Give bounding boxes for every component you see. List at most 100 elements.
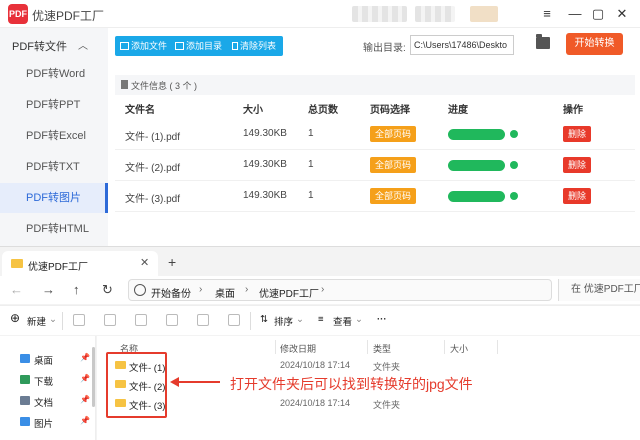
blurred-user-area [415,6,455,22]
pin-icon[interactable]: 📌 [80,353,90,362]
breadcrumb-backup[interactable]: 开始备份 [151,285,191,300]
minimize-icon[interactable]: — [565,4,585,24]
new-icon[interactable]: ⊕ [10,311,20,325]
folder-date: 2024/10/18 17:14 [280,360,351,370]
page-range-button[interactable]: 全部页码 [370,157,416,173]
nav-item-desktop[interactable]: 桌面 📌 [20,350,90,368]
page-range-button[interactable]: 全部页码 [370,126,416,142]
table-row: 文件- (1).pdf 149.30KB 1 全部页码 删除 [115,119,635,150]
sort-button[interactable]: 排序 [274,314,293,328]
file-size: 149.30KB [243,159,287,170]
desktop-icon [20,354,30,363]
sidebar-item-txt[interactable]: PDF转TXT [0,152,108,182]
column-header-date[interactable]: 修改日期 [280,342,316,355]
close-icon[interactable]: ✕ [140,256,149,269]
sidebar-item-word[interactable]: PDF转Word [0,59,108,89]
chevron-down-icon[interactable]: ⌄ [49,314,57,325]
sort-icon[interactable]: ⇅ [260,314,268,325]
page-range-button[interactable]: 全部页码 [370,188,416,204]
chevron-down-icon[interactable]: ⌄ [355,314,363,325]
copy-icon[interactable] [104,314,116,326]
progress-bar [448,191,505,202]
explorer-tab[interactable]: 优速PDF工厂 ✕ [2,251,158,276]
new-button[interactable]: 新建 [27,314,46,328]
output-dir-input[interactable]: C:\Users\17486\Deskto [410,35,514,55]
document-icon [121,80,128,89]
chevron-down-icon[interactable]: ⌄ [296,314,304,325]
divider [275,340,276,354]
list-item[interactable]: 文件- (1) 2024/10/18 17:14 文件夹 [107,357,627,375]
breadcrumb-folder[interactable]: 优速PDF工厂 [259,285,319,300]
refresh-icon[interactable]: ↻ [102,282,113,298]
add-file-label: 添加文件 [131,41,168,51]
delete-button[interactable]: 删除 [563,188,591,204]
picture-icon [20,417,30,426]
sidebar-item-excel[interactable]: PDF转Excel [0,121,108,151]
forward-icon[interactable]: → [42,282,55,297]
maximize-icon[interactable]: ▢ [588,4,608,24]
file-toolbar: 添加文件 添加目录 清除列表 [115,36,283,56]
sidebar-section-title[interactable]: PDF转文件 [12,38,67,54]
app-logo-icon: PDF [8,4,28,24]
up-icon[interactable]: ↑ [73,282,80,297]
divider [62,312,63,330]
nav-item-documents[interactable]: 文档 📌 [20,392,90,410]
sidebar-item-image[interactable]: PDF转图片 [0,183,108,213]
rename-icon[interactable] [166,314,178,326]
pin-icon[interactable]: 📌 [80,416,90,425]
chevron-right-icon: › [245,284,249,295]
folder-icon[interactable] [536,34,550,49]
file-name: 文件- (2).pdf [125,163,181,174]
navigation-pane: 桌面 📌 下载 📌 文档 📌 图片 📌 [0,336,96,440]
app-title: 优速PDF工厂 [32,9,105,23]
pin-icon[interactable]: 📌 [80,395,90,404]
back-icon[interactable]: ← [10,282,23,297]
add-file-button[interactable]: 添加文件 [120,36,167,56]
chevron-up-icon[interactable]: ︿ [78,37,88,52]
divider [250,312,251,330]
column-header-size[interactable]: 大小 [450,342,468,355]
sidebar-item-html[interactable]: PDF转HTML [0,214,108,244]
clear-list-button[interactable]: 清除列表 [232,36,276,56]
folder-icon [175,42,184,50]
close-icon[interactable]: ✕ [612,4,632,24]
pin-icon[interactable]: 📌 [80,374,90,383]
table-row: 文件- (3).pdf 149.30KB 1 全部页码 删除 [115,181,635,212]
address-bar[interactable]: 开始备份 › 桌面 › 优速PDF工厂 › [128,279,552,301]
nav-item-label: 下载 [34,377,54,388]
breadcrumb-desktop[interactable]: 桌面 [215,285,235,300]
delete-button[interactable]: 删除 [563,157,591,173]
delete-icon[interactable] [228,314,240,326]
column-header-type[interactable]: 类型 [373,342,391,355]
scrollbar[interactable] [92,347,95,407]
folder-type: 文件夹 [373,362,401,372]
view-icon[interactable]: ≡ [318,314,324,325]
nav-item-label: 文档 [34,398,54,409]
blurred-avatar [470,6,498,22]
paste-icon[interactable] [135,314,147,326]
cut-icon[interactable] [73,314,85,326]
nav-item-pictures[interactable]: 图片 📌 [20,413,90,431]
add-dir-button[interactable]: 添加目录 [175,36,222,56]
blurred-user-area [352,6,407,22]
backup-icon [134,284,146,296]
table-row: 文件- (2).pdf 149.30KB 1 全部页码 删除 [115,150,635,181]
delete-button[interactable]: 删除 [563,126,591,142]
sidebar-item-ppt[interactable]: PDF转PPT [0,90,108,120]
start-convert-button[interactable]: 开始转换 [566,33,623,55]
file-pages: 1 [308,128,314,139]
converter-app: PDF 优速PDF工厂 ≡ — ▢ ✕ PDF转文件 ︿ PDF转Word PD… [0,0,640,246]
more-button[interactable]: ··· [377,314,387,325]
folder-icon [11,259,23,268]
list-item[interactable]: 文件- (3) 2024/10/18 17:14 文件夹 [107,395,627,413]
folder-type: 文件夹 [373,400,401,410]
download-icon [20,375,30,384]
view-button[interactable]: 查看 [333,314,352,328]
file-name: 文件- (3).pdf [125,194,181,205]
nav-item-downloads[interactable]: 下载 📌 [20,371,90,389]
menu-icon[interactable]: ≡ [537,4,557,24]
progress-bar [448,160,505,171]
new-tab-icon[interactable]: + [168,255,176,269]
search-input[interactable]: 在 优速PDF工厂 中 [558,279,640,301]
share-icon[interactable] [197,314,209,326]
